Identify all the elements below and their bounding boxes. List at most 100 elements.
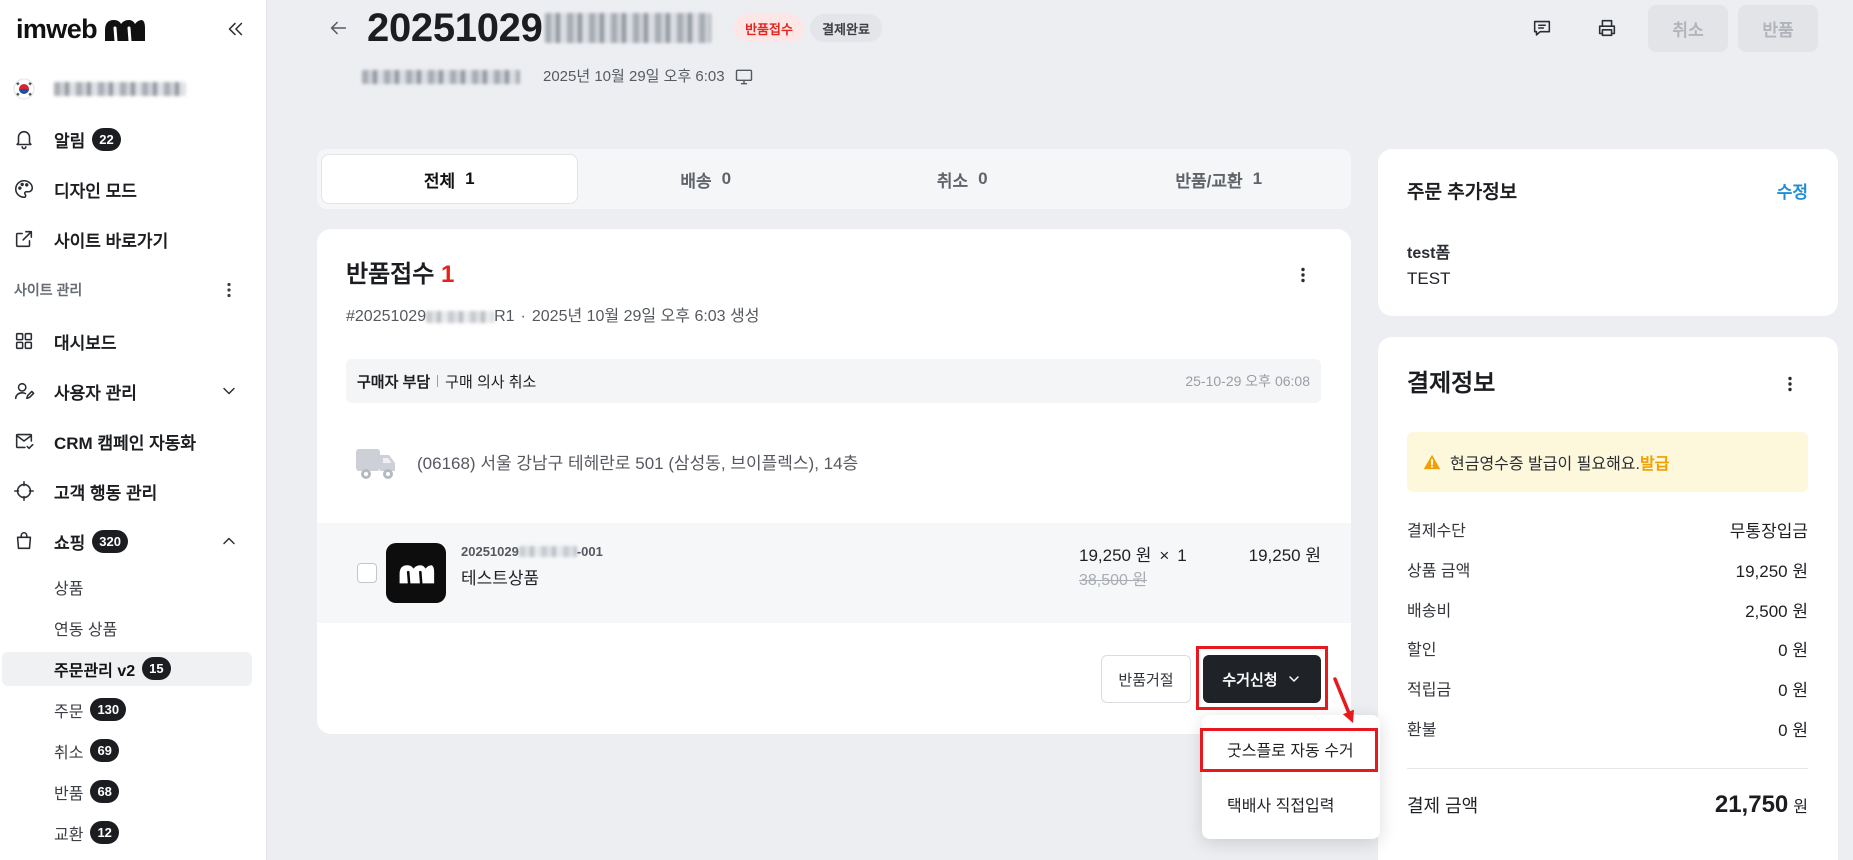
- payment-row-method: 결제수단 무통장입금: [1407, 521, 1808, 543]
- subitem-label: 교환: [54, 826, 84, 844]
- print-icon[interactable]: [1596, 17, 1618, 39]
- truck-icon: [356, 449, 395, 479]
- imweb-logo-icon: [105, 20, 146, 43]
- memo-icon[interactable]: [1531, 17, 1553, 39]
- request-pickup-button[interactable]: 수거신청: [1203, 655, 1321, 703]
- pickup-options-dropdown: 굿스플로 자동 수거 택배사 직접입력: [1202, 715, 1380, 839]
- sidebar-item-label: 사용자 관리: [54, 383, 137, 403]
- edit-extra-info-link[interactable]: 수정: [1777, 182, 1808, 204]
- shopping-bag-icon: [16, 532, 32, 550]
- more-vertical-icon[interactable]: [1293, 265, 1313, 285]
- back-arrow-icon[interactable]: [327, 17, 349, 39]
- reject-return-button[interactable]: 반품거절: [1101, 655, 1191, 703]
- sidebar-item-shopping[interactable]: 쇼핑 320: [0, 516, 266, 566]
- row-value: 19,250 원: [1735, 562, 1808, 581]
- korea-flag-icon: [13, 78, 35, 100]
- sidebar-subitem-products[interactable]: 상품: [0, 566, 266, 607]
- sidebar-item-user-management[interactable]: 사용자 관리: [0, 366, 266, 416]
- sidebar-subitem-linked-products[interactable]: 연동 상품: [0, 607, 266, 648]
- sidebar-subitem-cancellations[interactable]: 취소 69: [0, 730, 266, 771]
- unit-price: 19,250 원: [1079, 546, 1152, 565]
- payment-row-product-amount: 상품 금액 19,250 원: [1407, 561, 1808, 583]
- total-amount: 21,750 원: [1715, 791, 1808, 819]
- return-cost-payer: 구매자 부담: [357, 373, 431, 391]
- product-code: 20251029 -001: [461, 542, 603, 560]
- row-value: 0 원: [1778, 681, 1808, 700]
- more-vertical-icon[interactable]: [1780, 374, 1800, 394]
- sidebar: imweb 알림 22 디자인 모드 사이트 바로가기 사이트 관리 대시보드 …: [0, 0, 267, 860]
- sidebar-subitem-orders[interactable]: 주문 130: [0, 689, 266, 730]
- tab-shipping[interactable]: 배송 0: [578, 154, 835, 204]
- payment-row-refund: 환불 0 원: [1407, 720, 1808, 742]
- payment-title: 결제정보: [1407, 370, 1496, 397]
- redacted-site-name: [54, 82, 186, 96]
- cancel-count-badge: 69: [90, 739, 119, 762]
- item-total: 19,250 원: [1248, 546, 1321, 565]
- quantity: 1: [1177, 546, 1187, 565]
- product-name: 테스트상품: [461, 569, 540, 588]
- chevron-up-icon[interactable]: [219, 531, 239, 551]
- return-ref-suffix: R1: [494, 308, 515, 325]
- sidebar-item-crm-automation[interactable]: CRM 캠페인 자동화: [0, 416, 266, 466]
- palette-icon: [15, 179, 34, 199]
- tab-label: 반품/교환: [1175, 171, 1243, 191]
- brand-logo[interactable]: imweb: [16, 12, 146, 46]
- row-label: 환불: [1407, 722, 1437, 739]
- cancel-order-button[interactable]: 취소: [1648, 5, 1728, 52]
- sidebar-subitem-order-management-v2[interactable]: 주문관리 v2 15: [0, 648, 266, 689]
- original-price: 38,500 원: [1079, 572, 1148, 589]
- row-label: 상품 금액: [1407, 563, 1471, 580]
- subitem-label: 취소: [54, 744, 84, 762]
- redacted-order-number: [544, 13, 711, 43]
- unit-price-quantity: 19,250 원 × 1: [1079, 545, 1187, 567]
- redacted-customer-info: [362, 70, 520, 84]
- sidebar-subitem-returns[interactable]: 반품 68: [0, 771, 266, 812]
- tab-label: 배송: [680, 171, 712, 191]
- sidebar-subitem-exchanges[interactable]: 교환 12: [0, 812, 266, 853]
- order-datetime: 2025년 10월 29일 오후 6:03: [543, 68, 725, 85]
- order-extra-info-card: 주문 추가정보 수정 test폼 TEST: [1378, 149, 1838, 316]
- return-count: 1: [441, 261, 455, 288]
- return-reason-text: 구매 의사 취소: [445, 373, 537, 391]
- sidebar-item-customer-behavior[interactable]: 고객 행동 관리: [0, 466, 266, 516]
- chevron-down-icon[interactable]: [219, 381, 239, 401]
- more-vertical-icon[interactable]: [219, 280, 239, 300]
- tab-count: 0: [721, 169, 732, 188]
- issue-receipt-link[interactable]: 발급: [1640, 450, 1669, 474]
- subitem-label: 반품: [54, 785, 84, 803]
- subitem-label: 주문: [54, 703, 84, 721]
- product-code-suffix: -001: [576, 543, 603, 559]
- tab-count: 1: [465, 169, 475, 188]
- tab-cancel[interactable]: 취소 0: [834, 154, 1091, 204]
- tab-count: 0: [978, 169, 988, 188]
- sidebar-item-dashboard[interactable]: 대시보드: [0, 316, 266, 366]
- auto-pickup-option[interactable]: 굿스플로 자동 수거: [1202, 729, 1380, 769]
- sidebar-item-notifications[interactable]: 알림 22: [0, 114, 266, 164]
- extra-field-label: test폼: [1407, 245, 1451, 262]
- sidebar-item-label: 대시보드: [54, 333, 117, 353]
- pickup-address: (06168) 서울 강남구 테헤란로 501 (삼성동, 브이플렉스), 14…: [417, 454, 859, 473]
- separator-dot: ·: [520, 308, 526, 325]
- sidebar-section-site-management: 사이트 관리: [0, 264, 266, 316]
- return-status-badge: 반품접수: [734, 14, 804, 42]
- return-item-row: 20251029 -001 테스트상품 19,250 원 × 1 38,500 …: [317, 523, 1351, 623]
- return-ref-prefix: #20251029: [346, 308, 427, 325]
- return-order-button[interactable]: 반품: [1738, 5, 1818, 52]
- tab-all[interactable]: 전체 1: [321, 154, 578, 204]
- order-status-tabs: 전체 1 배송 0 취소 0 반품/교환 1: [317, 149, 1351, 209]
- divider: [1407, 768, 1808, 769]
- manual-courier-option[interactable]: 택배사 직접입력: [1202, 784, 1380, 824]
- sidebar-item-label: 고객 행동 관리: [54, 483, 158, 503]
- tab-return-exchange[interactable]: 반품/교환 1: [1091, 154, 1348, 204]
- chevron-down-icon: [1288, 676, 1299, 682]
- return-created-at: 2025년 10월 29일 오후 6:03 생성: [531, 308, 760, 325]
- site-profile[interactable]: [0, 64, 266, 114]
- sidebar-item-visit-site[interactable]: 사이트 바로가기: [0, 214, 266, 264]
- sidebar-item-design-mode[interactable]: 디자인 모드: [0, 164, 266, 214]
- return-count-badge: 68: [90, 780, 119, 803]
- payment-row-discount: 할인 0 원: [1407, 640, 1808, 662]
- extra-info-title: 주문 추가정보: [1407, 182, 1518, 203]
- orders-count-badge: 130: [90, 698, 127, 721]
- collapse-sidebar-icon[interactable]: [224, 18, 246, 40]
- item-checkbox[interactable]: [357, 563, 377, 583]
